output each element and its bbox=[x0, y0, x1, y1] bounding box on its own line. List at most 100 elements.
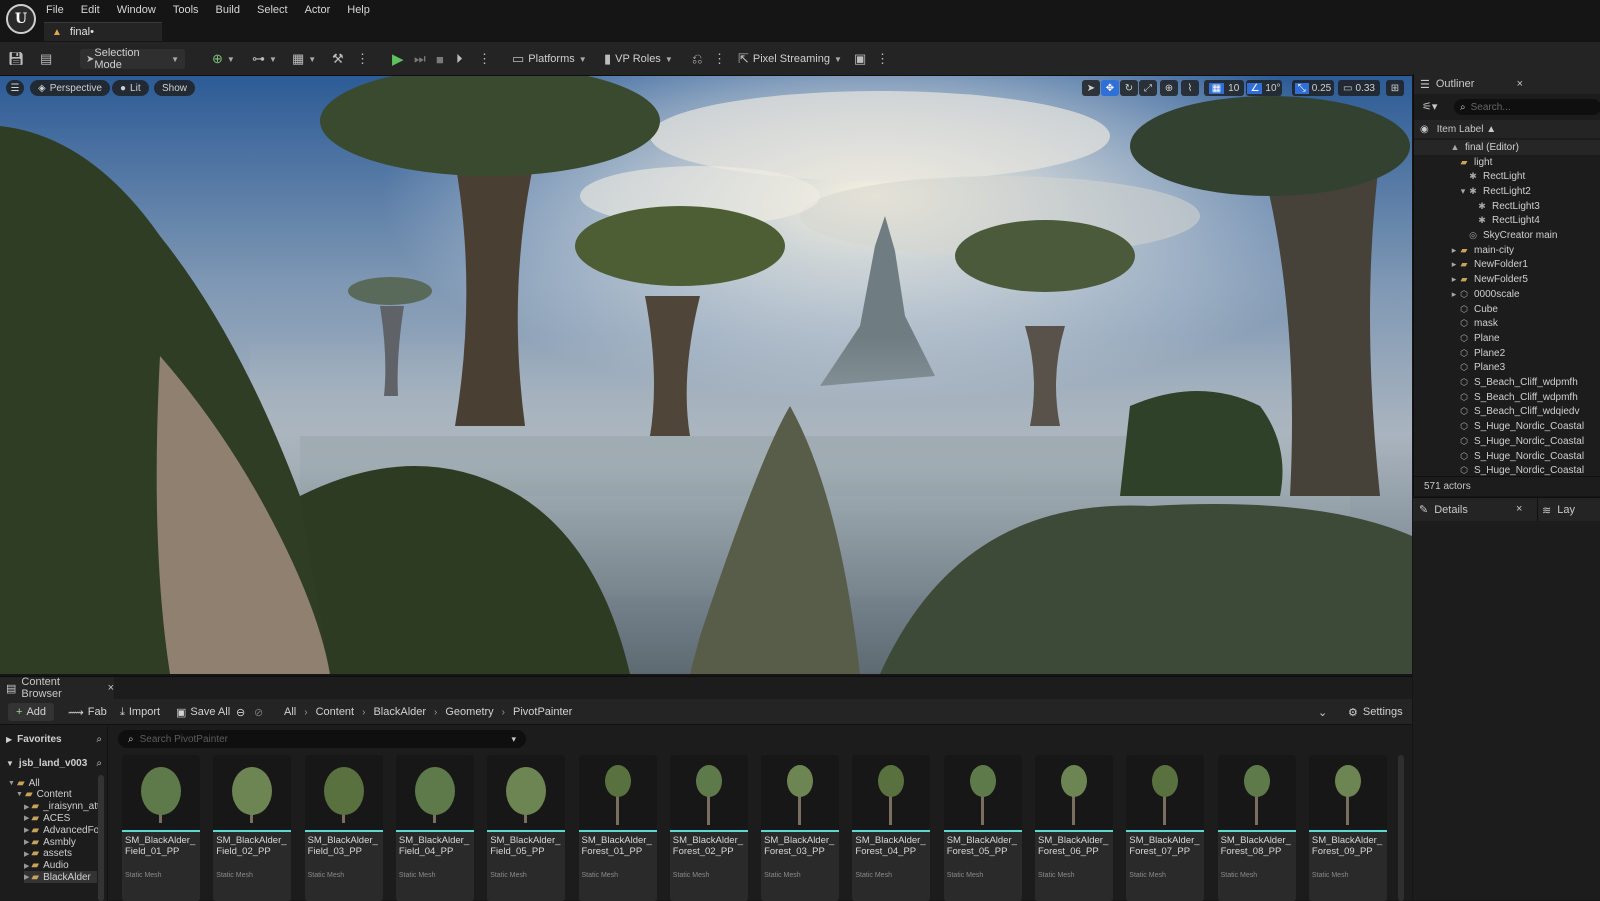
favorites-section[interactable]: ▶ Favorites ⌕ bbox=[6, 733, 102, 745]
filter-icon[interactable]: ⚟▾ bbox=[1422, 100, 1437, 113]
more-options-icon[interactable]: ⋮ bbox=[356, 49, 369, 69]
hamburger-menu-icon[interactable]: ☰ bbox=[6, 80, 24, 96]
world-space-icon[interactable]: ⊕ bbox=[1160, 80, 1178, 96]
forward-icon[interactable]: ⊘ bbox=[254, 703, 263, 721]
outliner-item[interactable]: ▸ ⬡ 0000scale bbox=[1414, 287, 1600, 302]
chevron-right-icon[interactable]: ▶ bbox=[24, 873, 29, 881]
asset-search-input[interactable]: ⌕ Search PivotPainter ▾ bbox=[118, 730, 526, 748]
outliner-tab[interactable]: ☰ Outliner × bbox=[1414, 74, 1600, 94]
folder-tree-item[interactable]: ▶ ▰ _iraisynn_att bbox=[24, 801, 100, 813]
asset-tile[interactable]: SM_BlackAlder_ Field_01_PP Static Mesh bbox=[122, 755, 200, 901]
asset-tile[interactable]: SM_BlackAlder_ Field_02_PP Static Mesh bbox=[213, 755, 292, 901]
stop-icon[interactable]: ■ bbox=[436, 49, 444, 69]
more-options-icon[interactable]: ⋮ bbox=[713, 49, 726, 69]
breadcrumb-blackalder[interactable]: BlackAlder bbox=[373, 706, 426, 718]
play-icon[interactable]: ▶ bbox=[392, 49, 404, 69]
outliner-item[interactable]: ▸ ▰ NewFolder1 bbox=[1414, 258, 1600, 273]
select-tool-icon[interactable]: ➤ bbox=[1082, 80, 1100, 96]
path-history-chevron-icon[interactable]: ⌄ bbox=[1318, 703, 1327, 721]
outliner-item[interactable]: ⬡ Plane2 bbox=[1414, 346, 1600, 361]
platforms-dropdown[interactable]: ▭ Platforms ▼ bbox=[512, 49, 587, 69]
viewport-layout-icon[interactable]: ⊞ bbox=[1386, 80, 1404, 96]
more-options-icon[interactable]: ⋮ bbox=[876, 49, 889, 69]
camera-speed-button[interactable]: ▭ 0.33 bbox=[1338, 80, 1380, 96]
surface-snap-icon[interactable]: ⌇ bbox=[1181, 80, 1199, 96]
item-label-column[interactable]: Item Label ▲ bbox=[1437, 124, 1496, 135]
outliner-item[interactable]: ⬡ S_Huge_Nordic_Coastal bbox=[1414, 463, 1600, 476]
outliner-item[interactable]: ⬡ S_Beach_Cliff_wdqiedv bbox=[1414, 405, 1600, 420]
fab-button[interactable]: ⟿ Fab bbox=[68, 703, 107, 721]
close-icon[interactable]: × bbox=[1516, 503, 1522, 515]
import-button[interactable]: ⤓ Import bbox=[120, 703, 160, 721]
play-options-icon[interactable]: ⋮ bbox=[478, 49, 491, 69]
outliner-item[interactable]: ⬡ S_Beach_Cliff_wdpmfh bbox=[1414, 390, 1600, 405]
chevron-right-icon[interactable]: ▶ bbox=[24, 862, 29, 870]
outliner-item[interactable]: ⬡ Plane bbox=[1414, 331, 1600, 346]
project-section[interactable]: ▼ jsb_land_v003 ⌕ bbox=[6, 757, 102, 769]
chevron-down-icon[interactable]: ▾ bbox=[511, 734, 516, 745]
breadcrumb-geometry[interactable]: Geometry bbox=[445, 706, 493, 718]
plugin-icon[interactable]: ▣ bbox=[854, 49, 866, 69]
folder-tree-item[interactable]: ▼ ▰ All bbox=[8, 777, 40, 789]
asset-tile[interactable]: SM_BlackAlder_ Forest_05_PP Static Mesh bbox=[943, 755, 1022, 901]
translate-tool-icon[interactable]: ✥ bbox=[1101, 80, 1119, 96]
expand-arrow-icon[interactable]: ▸ bbox=[1450, 274, 1458, 285]
asset-tile[interactable]: SM_BlackAlder_ Forest_06_PP Static Mesh bbox=[1035, 755, 1113, 901]
expand-arrow-icon[interactable]: ▸ bbox=[1450, 259, 1458, 270]
modes-icon[interactable]: ⚒ bbox=[332, 49, 344, 69]
chevron-right-icon[interactable]: ▶ bbox=[24, 814, 29, 822]
content-browser-tab[interactable]: ▤ Content Browser × bbox=[0, 676, 114, 700]
asset-tile[interactable]: SM_BlackAlder_ Forest_03_PP Static Mesh bbox=[761, 755, 840, 901]
menu-file[interactable]: File bbox=[40, 2, 70, 18]
details-tab[interactable]: ✎ Details bbox=[1419, 503, 1468, 517]
rotate-tool-icon[interactable]: ↻ bbox=[1120, 80, 1138, 96]
unreal-logo-icon[interactable]: U bbox=[6, 4, 36, 34]
source-control-icon[interactable]: ⎌ bbox=[692, 49, 702, 69]
folder-tree-item[interactable]: ▶ ▰ Asmbly bbox=[24, 836, 76, 848]
outliner-item[interactable]: ⬡ S_Huge_Nordic_Coastal bbox=[1414, 419, 1600, 434]
cinematics-icon[interactable]: ▦ ▼ bbox=[292, 49, 316, 69]
chevron-down-icon[interactable]: ▼ bbox=[16, 791, 23, 798]
expand-arrow-icon[interactable]: ▾ bbox=[1459, 186, 1467, 197]
outliner-item[interactable]: ▰ light bbox=[1414, 155, 1600, 170]
visibility-eye-icon[interactable]: ◉ bbox=[1420, 124, 1429, 135]
advance-frame-icon[interactable]: ⏭ bbox=[414, 49, 426, 69]
outliner-search-input[interactable]: ⌕ Search... bbox=[1454, 99, 1600, 115]
outliner-item[interactable]: ⬡ mask bbox=[1414, 316, 1600, 331]
asset-grid-scrollbar[interactable] bbox=[1398, 755, 1404, 901]
chevron-right-icon[interactable]: ▶ bbox=[24, 850, 29, 858]
save-icon[interactable]: 💾︎ bbox=[8, 49, 25, 69]
scale-snap-toggle[interactable]: ⤡ 0.25 bbox=[1292, 80, 1334, 96]
add-actor-icon[interactable]: ⊕ ▼ bbox=[212, 49, 235, 69]
breadcrumb-content[interactable]: Content bbox=[316, 706, 355, 718]
folder-tree-scrollbar[interactable] bbox=[98, 775, 104, 901]
content-browser-icon[interactable]: ▤ bbox=[40, 49, 52, 69]
folder-tree-item[interactable]: ▶ ▰ ACES bbox=[24, 812, 70, 824]
pixel-streaming-dropdown[interactable]: ⇱ Pixel Streaming ▼ bbox=[738, 49, 842, 69]
settings-button[interactable]: ⚙ Settings bbox=[1348, 703, 1403, 721]
folder-tree-item[interactable]: ▶ ▰ AdvancedFo bbox=[24, 824, 99, 836]
asset-tile[interactable]: SM_BlackAlder_ Forest_01_PP Static Mesh bbox=[578, 755, 657, 901]
menu-actor[interactable]: Actor bbox=[299, 2, 337, 18]
breadcrumb-pivotpainter[interactable]: PivotPainter bbox=[513, 706, 572, 718]
close-icon[interactable]: × bbox=[1517, 78, 1523, 90]
chevron-down-icon[interactable]: ▼ bbox=[8, 780, 15, 787]
asset-tile[interactable]: SM_BlackAlder_ Forest_02_PP Static Mesh bbox=[669, 755, 748, 901]
asset-tile[interactable]: SM_BlackAlder_ Field_05_PP Static Mesh bbox=[487, 755, 566, 901]
menu-window[interactable]: Window bbox=[111, 2, 162, 18]
outliner-item[interactable]: ▾ ✱ RectLight2 bbox=[1414, 184, 1600, 199]
folder-tree-item[interactable]: ▶ ▰ assets bbox=[24, 848, 72, 860]
back-icon[interactable]: ⊖ bbox=[236, 703, 245, 721]
rotation-snap-toggle[interactable]: ∠ 10° bbox=[1246, 80, 1282, 96]
layers-tab[interactable]: ≋ Lay bbox=[1537, 498, 1600, 522]
outliner-item[interactable]: ▸ ▰ NewFolder5 bbox=[1414, 272, 1600, 287]
expand-arrow-icon[interactable]: ▸ bbox=[1450, 245, 1458, 256]
menu-build[interactable]: Build bbox=[210, 2, 246, 18]
chevron-right-icon[interactable]: ▶ bbox=[24, 826, 29, 834]
asset-tile[interactable]: SM_BlackAlder_ Field_04_PP Static Mesh bbox=[395, 755, 474, 901]
search-icon[interactable]: ⌕ bbox=[96, 734, 102, 745]
outliner-item[interactable]: ⬡ S_Huge_Nordic_Coastal bbox=[1414, 434, 1600, 449]
asset-tile[interactable]: SM_BlackAlder_ Forest_09_PP Static Mesh bbox=[1308, 755, 1387, 901]
menu-edit[interactable]: Edit bbox=[75, 2, 106, 18]
scale-tool-icon[interactable]: ⤢ bbox=[1139, 80, 1157, 96]
